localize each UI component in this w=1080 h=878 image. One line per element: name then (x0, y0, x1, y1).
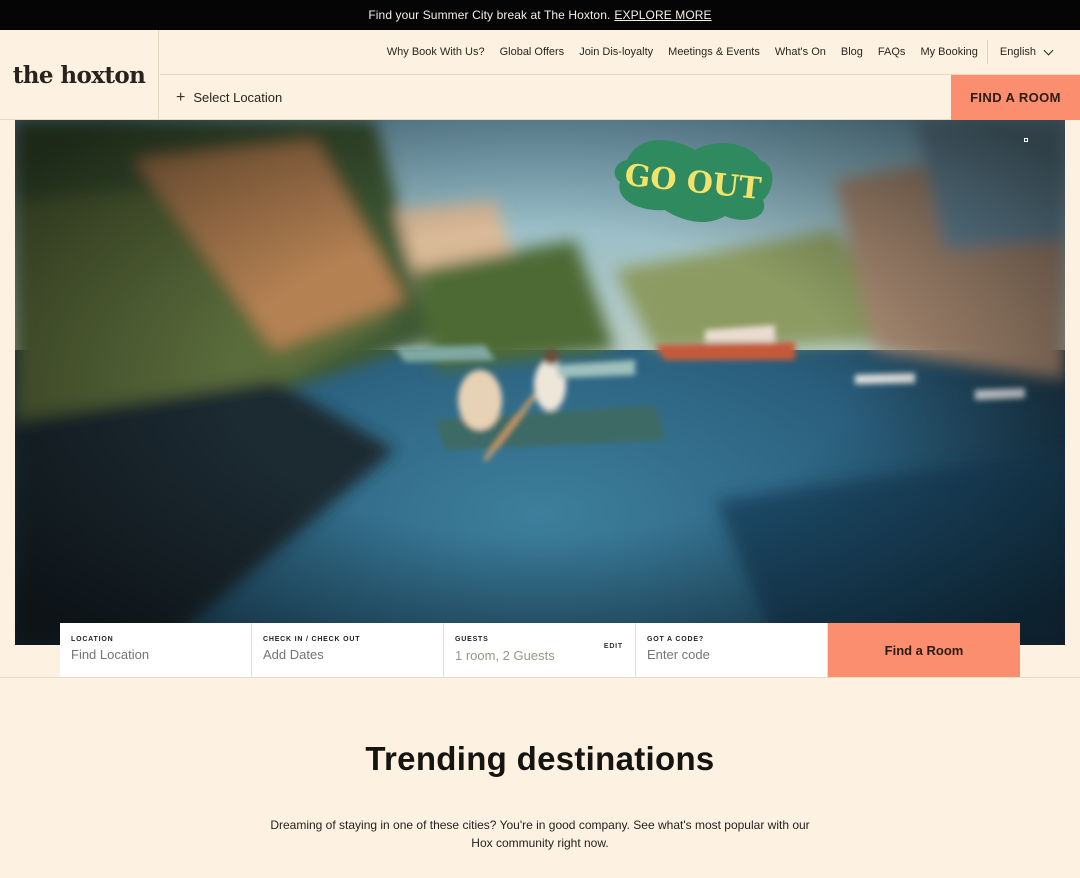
hero-control-icon[interactable] (1024, 138, 1028, 142)
location-field[interactable]: LOCATION (60, 623, 252, 677)
announcement-text: Find your Summer City break at The Hoxto… (368, 8, 611, 22)
guests-value: 1 room, 2 Guests (455, 648, 555, 663)
code-label: GOT A CODE? (647, 636, 704, 643)
nav-item-dis-loyalty[interactable]: Join Dis-loyalty (579, 46, 653, 58)
nav-item-blog[interactable]: Blog (841, 46, 863, 58)
brand-logo[interactable]: the hoxton (13, 62, 146, 89)
find-room-header-button[interactable]: FIND A ROOM (951, 75, 1080, 120)
language-label: English (999, 46, 1036, 58)
location-input[interactable] (71, 647, 240, 662)
select-location-button[interactable]: + Select Location (176, 75, 282, 120)
chevron-down-icon (1043, 45, 1054, 55)
nav-item-meetings-events[interactable]: Meetings & Events (668, 46, 760, 58)
nav-item-my-booking[interactable]: My Booking (920, 46, 977, 58)
plus-icon: + (176, 88, 186, 106)
code-input[interactable] (647, 647, 816, 662)
code-field[interactable]: GOT A CODE? (636, 623, 828, 677)
guests-field[interactable]: GUESTS 1 room, 2 Guests EDIT (444, 623, 636, 677)
booking-bar: LOCATION CHECK IN / CHECK OUT GUESTS 1 r… (60, 623, 1020, 677)
dates-field[interactable]: CHECK IN / CHECK OUT (252, 623, 444, 677)
dates-input[interactable] (263, 647, 432, 662)
dates-label: CHECK IN / CHECK OUT (263, 636, 361, 643)
main-nav: Why Book With Us? Global Offers Join Dis… (160, 30, 1080, 75)
find-room-button[interactable]: Find a Room (828, 623, 1020, 677)
nav-item-faqs[interactable]: FAQs (878, 46, 906, 58)
nav-item-global-offers[interactable]: Global Offers (500, 46, 565, 58)
trending-description: Dreaming of staying in one of these citi… (270, 818, 810, 850)
section-divider (0, 677, 1080, 678)
hero-image: GO OUT (15, 120, 1065, 645)
trending-title: Trending destinations (365, 740, 715, 777)
logo-container[interactable]: the hoxton (0, 30, 159, 120)
nav-item-why-book[interactable]: Why Book With Us? (387, 46, 485, 58)
hero-photo: GO OUT (15, 120, 1065, 645)
location-label: LOCATION (71, 636, 114, 643)
sub-nav: + Select Location FIND A ROOM (160, 75, 1080, 120)
nav-item-whats-on[interactable]: What's On (775, 46, 826, 58)
edit-guests-link[interactable]: EDIT (604, 643, 623, 650)
language-selector[interactable]: English (986, 40, 1054, 64)
announcement-bar: Find your Summer City break at The Hoxto… (0, 0, 1080, 30)
select-location-label: Select Location (193, 90, 283, 105)
explore-more-link[interactable]: EXPLORE MORE (614, 8, 711, 22)
site-header: the hoxton Why Book With Us? Global Offe… (0, 30, 1080, 120)
guests-label: GUESTS (455, 636, 489, 643)
